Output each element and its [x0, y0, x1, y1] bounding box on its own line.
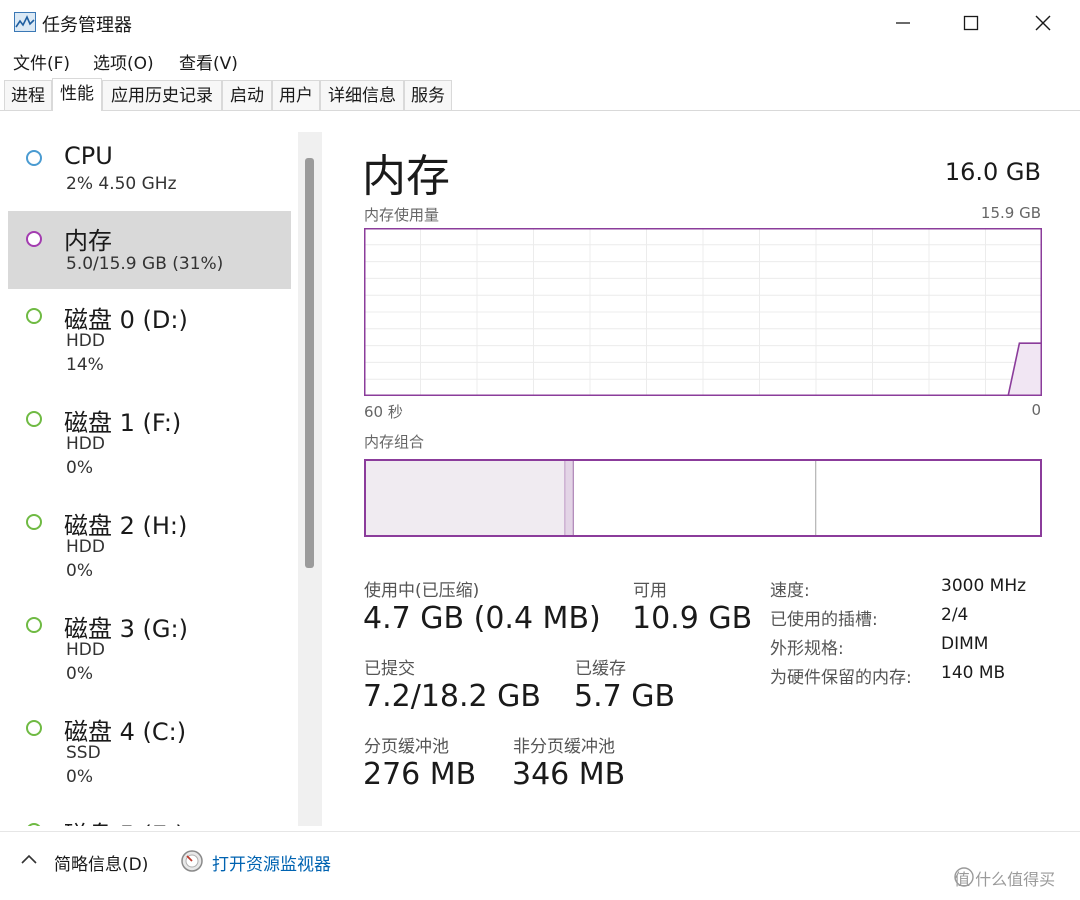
in-use-value: 4.7 GB (0.4 MB) [363, 601, 601, 636]
maximize-icon [963, 15, 979, 31]
sidebar-item-disk-2[interactable]: 磁盘 2 (H:) HDD 0% [8, 502, 291, 600]
sidebar-item-usage: 0% [66, 458, 93, 478]
speed-key: 速度: [770, 581, 810, 601]
chart-grid [364, 228, 1042, 396]
sidebar-item-disk-5[interactable]: 磁盘 5 (E:) [8, 811, 291, 826]
menu-view[interactable]: 查看(V) [179, 49, 238, 74]
maximize-button[interactable] [940, 0, 1002, 46]
sidebar-item-usage: 0% [66, 561, 93, 581]
disk-status-circle [26, 720, 42, 736]
tab-details[interactable]: 详细信息 [320, 80, 404, 110]
sidebar-scrollbar-thumb[interactable] [305, 158, 314, 568]
composition-in-use [365, 460, 565, 536]
axis-label-left: 60 秒 [364, 403, 403, 421]
axis-label-right: 0 [1031, 401, 1041, 419]
tab-services[interactable]: 服务 [404, 80, 452, 110]
committed-value: 7.2/18.2 GB [363, 679, 541, 714]
sidebar-item-usage: 14% [66, 355, 104, 375]
disk-status-circle [26, 411, 42, 427]
sidebar-item-name: 磁盘 3 (G:) [64, 615, 188, 643]
sidebar-item-usage: 0% [66, 767, 93, 787]
sidebar-item-usage: 0% [66, 664, 93, 684]
nonpaged-pool-value: 346 MB [512, 757, 626, 792]
window-title: 任务管理器 [42, 15, 132, 36]
usage-chart-max: 15.9 GB [980, 204, 1041, 222]
sidebar-item-disk-3[interactable]: 磁盘 3 (G:) HDD 0% [8, 605, 291, 703]
sidebar-item-type: SSD [66, 743, 101, 763]
disk-status-circle [26, 514, 42, 530]
speed-value: 3000 MHz [941, 576, 1027, 596]
sidebar-item-disk-1[interactable]: 磁盘 1 (F:) HDD 0% [8, 399, 291, 497]
menu-options[interactable]: 选项(O) [93, 49, 154, 74]
footer-bar [0, 832, 1080, 900]
cpu-status-circle [26, 150, 42, 166]
tab-processes[interactable]: 进程 [4, 80, 52, 110]
tab-users[interactable]: 用户 [272, 80, 320, 110]
tab-app-history[interactable]: 应用历史记录 [102, 80, 222, 110]
chevron-up-icon[interactable] [20, 852, 38, 866]
close-icon [1035, 15, 1051, 31]
sidebar-item-type: HDD [66, 640, 105, 660]
sidebar-item-name: 磁盘 1 (F:) [64, 409, 182, 437]
disk-status-circle [26, 308, 42, 324]
sidebar-item-type: HDD [66, 434, 105, 454]
resource-list: CPU 2% 4.50 GHz 内存 5.0/15.9 GB (31%) 磁盘 … [8, 130, 296, 826]
total-memory: 16.0 GB [944, 158, 1041, 186]
menu-bar [0, 46, 1080, 76]
disk-status-circle [26, 823, 42, 826]
composition-label: 内存组合 [364, 433, 425, 451]
sidebar-item-type: HDD [66, 537, 105, 557]
fewer-details-button[interactable]: 简略信息(D) [54, 850, 148, 875]
paged-pool-value: 276 MB [363, 757, 477, 792]
minimize-button[interactable] [872, 0, 934, 46]
sidebar-item-name: CPU [64, 142, 113, 170]
form-factor-value: DIMM [941, 634, 989, 654]
memory-usage-chart [364, 228, 1042, 396]
sidebar-item-type: HDD [66, 331, 105, 351]
watermark: 值 什么值得买 [954, 870, 1056, 889]
sidebar-item-disk-0[interactable]: 磁盘 0 (D:) HDD 14% [8, 296, 291, 394]
cached-label: 已缓存 [575, 659, 626, 679]
sidebar-item-detail: 2% 4.50 GHz [66, 174, 177, 194]
nonpaged-pool-label: 非分页缓冲池 [513, 737, 615, 757]
sidebar-item-cpu[interactable]: CPU 2% 4.50 GHz [8, 130, 291, 208]
minimize-icon [896, 22, 910, 24]
in-use-label: 使用中(已压缩) [364, 581, 480, 601]
tab-performance[interactable]: 性能 [52, 78, 102, 111]
composition-modified [564, 460, 574, 536]
available-value: 10.9 GB [632, 601, 753, 636]
menu-file[interactable]: 文件(F) [13, 49, 70, 74]
memory-composition-bar [364, 459, 1042, 537]
form-factor-key: 外形规格: [770, 639, 844, 659]
resource-monitor-icon[interactable] [180, 849, 204, 873]
slots-key: 已使用的插槽: [770, 610, 878, 630]
usage-chart-label: 内存使用量 [364, 206, 440, 224]
available-label: 可用 [633, 581, 667, 601]
paged-pool-label: 分页缓冲池 [364, 737, 449, 757]
committed-label: 已提交 [364, 659, 415, 679]
close-button[interactable] [1012, 0, 1074, 46]
sidebar-item-name: 磁盘 0 (D:) [64, 306, 188, 334]
memory-status-circle [26, 231, 42, 247]
cached-value: 5.7 GB [574, 679, 676, 714]
sidebar-item-name: 磁盘 2 (H:) [64, 512, 188, 540]
sidebar-item-disk-4[interactable]: 磁盘 4 (C:) SSD 0% [8, 708, 291, 806]
task-manager-icon [14, 12, 36, 32]
open-resource-monitor-link[interactable]: 打开资源监视器 [212, 850, 331, 875]
tab-startup[interactable]: 启动 [222, 80, 272, 110]
sidebar-item-memory[interactable]: 内存 5.0/15.9 GB (31%) [8, 211, 291, 289]
page-title: 内存 [362, 151, 450, 202]
hardware-reserved-key: 为硬件保留的内存: [770, 668, 912, 688]
sidebar-item-detail: 5.0/15.9 GB (31%) [66, 254, 224, 274]
sidebar-item-name: 内存 [64, 227, 112, 255]
sidebar-item-name: 磁盘 4 (C:) [64, 718, 187, 746]
hardware-reserved-value: 140 MB [941, 663, 1006, 683]
disk-status-circle [26, 617, 42, 633]
sidebar-item-name: 磁盘 5 (E:) [64, 815, 185, 826]
slots-value: 2/4 [941, 605, 969, 625]
